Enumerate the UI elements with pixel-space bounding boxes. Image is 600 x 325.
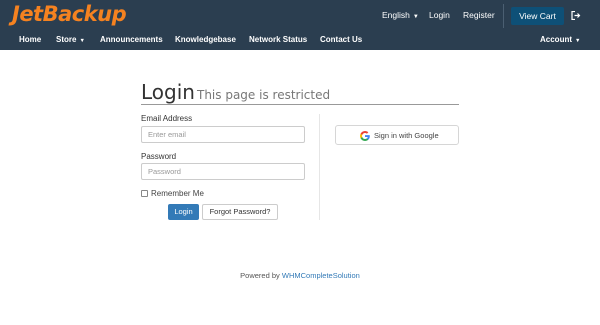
nav-account[interactable]: Account ▼ (540, 35, 580, 44)
column-divider (319, 114, 320, 220)
email-input[interactable] (141, 126, 305, 143)
jetbackup-logo[interactable]: JetBackup (12, 2, 127, 26)
footer: Powered by WHMCompleteSolution (0, 271, 600, 280)
caret-down-icon: ▼ (412, 14, 419, 20)
powered-by-text: Powered by (240, 271, 280, 280)
nav-account-label: Account (540, 35, 572, 44)
header-divider (503, 4, 504, 28)
view-cart-button[interactable]: View Cart (511, 7, 564, 25)
caret-down-icon: ▼ (575, 38, 581, 44)
nav-network-status[interactable]: Network Status (249, 35, 307, 44)
google-signin-button[interactable]: Sign in with Google (335, 125, 459, 145)
language-selector[interactable]: English ▼ (382, 10, 419, 20)
password-input[interactable] (141, 163, 305, 180)
caret-down-icon: ▼ (79, 38, 85, 44)
whmcs-link[interactable]: WHMCompleteSolution (282, 271, 360, 280)
email-label: Email Address (141, 114, 193, 123)
page-title: Login (141, 80, 195, 104)
site-header: JetBackup English ▼ Login Register View C… (0, 0, 600, 50)
remember-me-checkbox[interactable] (141, 190, 148, 197)
nav-contact-us[interactable]: Contact Us (320, 35, 362, 44)
language-label: English (382, 10, 410, 20)
password-label: Password (141, 152, 177, 161)
login-link[interactable]: Login (429, 10, 450, 20)
remember-me-label[interactable]: Remember Me (151, 189, 204, 198)
nav-home[interactable]: Home (19, 35, 41, 44)
forgot-password-button[interactable]: Forgot Password? (202, 204, 278, 220)
register-link[interactable]: Register (463, 10, 495, 20)
google-signin-label: Sign in with Google (374, 131, 439, 140)
nav-store-label: Store (56, 35, 77, 44)
nav-store[interactable]: Store ▼ (56, 35, 85, 44)
nav-announcements[interactable]: Announcements (100, 35, 163, 44)
nav-knowledgebase[interactable]: Knowledgebase (175, 35, 236, 44)
title-divider (141, 104, 459, 105)
google-icon (360, 131, 370, 141)
sign-out-icon[interactable] (571, 11, 581, 20)
page-subtitle: This page is restricted (197, 88, 331, 102)
login-button[interactable]: Login (168, 204, 199, 220)
